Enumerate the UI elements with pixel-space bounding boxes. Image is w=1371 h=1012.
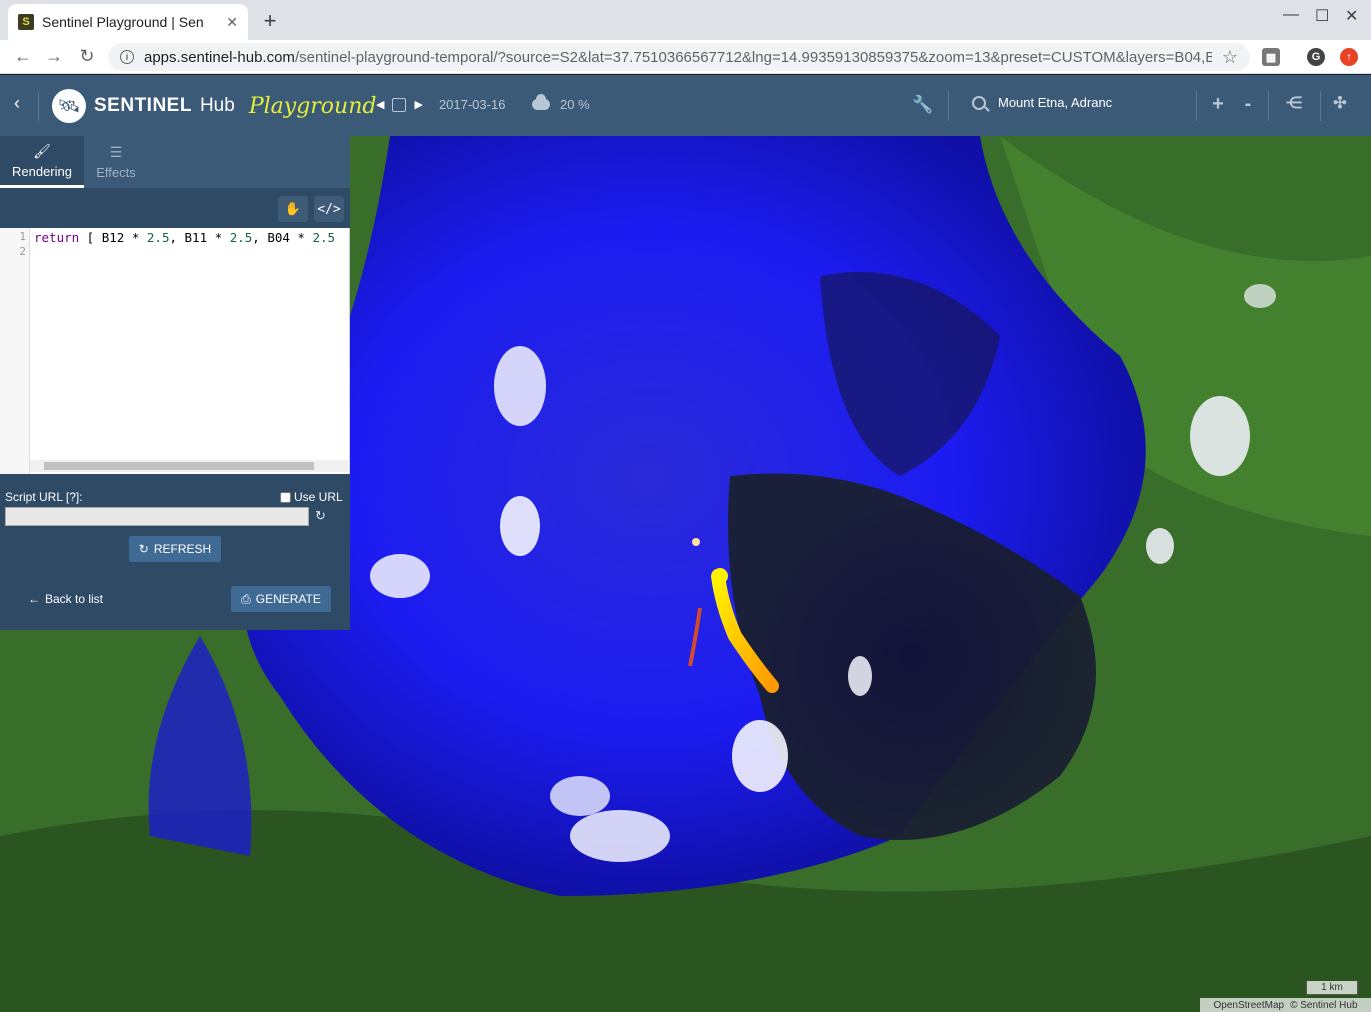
back-arrow-icon[interactable]: ← <box>12 46 34 67</box>
satellite-logo-icon: 🛰 <box>52 89 86 123</box>
reload-icon[interactable]: ↻ <box>76 46 98 67</box>
line-number: 1 <box>19 230 26 243</box>
print-icon: ⎙ <box>241 591 251 606</box>
drag-hand-icon[interactable]: ✋ <box>278 196 308 222</box>
collapse-panel-icon[interactable]: ‹ <box>14 93 20 114</box>
browser-tab[interactable]: S Sentinel Playground | Sen ✕ <box>8 4 248 40</box>
date-value[interactable]: 2017-03-16 <box>439 97 506 112</box>
panel-tabs: 🖌 Rendering ☰ Effects <box>0 136 350 188</box>
zoom-in-button[interactable]: + <box>1208 93 1228 116</box>
header-divider <box>948 91 949 121</box>
tab-rendering[interactable]: 🖌 Rendering <box>0 136 84 188</box>
cloud-coverage-control[interactable]: 20 % <box>532 94 590 112</box>
calendar-icon[interactable] <box>392 97 407 112</box>
address-bar: ← → ↻ i apps.sentinel-hub.com/sentinel-p… <box>0 40 1371 74</box>
url-refresh-icon[interactable]: ↻ <box>315 508 326 524</box>
close-window-icon[interactable]: ✕ <box>1345 6 1358 26</box>
line-number: 2 <box>19 245 26 258</box>
code-view-icon[interactable]: </> <box>314 196 344 222</box>
site-info-icon[interactable]: i <box>120 50 134 64</box>
logo-sentinel-text: SENTINEL <box>94 95 192 116</box>
script-url-input[interactable] <box>5 507 309 526</box>
date-picker: ◀ ▶ 2017-03-16 <box>376 97 505 112</box>
new-tab-icon[interactable]: + <box>258 8 282 34</box>
tab-close-icon[interactable]: ✕ <box>226 14 238 31</box>
share-icon[interactable]: ⋲ <box>1284 93 1304 113</box>
refresh-button[interactable]: ↻ REFRESH <box>129 536 221 562</box>
extension-icon[interactable]: ▦ <box>1262 48 1280 66</box>
left-settings-panel: 🖌 Rendering ☰ Effects ✋ </> 1 2 return [… <box>0 136 350 630</box>
scrollbar-thumb[interactable] <box>44 462 314 470</box>
previous-date-icon[interactable]: ◀ <box>376 98 384 111</box>
header-divider <box>38 91 39 121</box>
sentinel-favicon-icon: S <box>18 14 34 30</box>
header-divider <box>1320 91 1321 121</box>
back-to-list-link[interactable]: ← Back to list <box>28 592 103 606</box>
sliders-icon: ☰ <box>109 144 123 160</box>
script-editor[interactable]: 1 2 return [ B12 * 2.5, B11 * 2.5, B04 *… <box>0 228 350 474</box>
refresh-icon: ↻ <box>138 542 149 556</box>
map-scale-bar: 1 km <box>1306 981 1358 995</box>
maximize-icon[interactable]: ☐ <box>1315 6 1329 26</box>
logo-hub-text: Hub <box>199 95 235 116</box>
code-line[interactable]: return [ B12 * 2.5, B11 * 2.5, B04 * 2.5 <box>34 230 335 245</box>
wrench-icon[interactable]: 🔧 <box>912 95 933 115</box>
osm-attribution-link[interactable]: OpenStreetMap <box>1213 1000 1284 1011</box>
generate-button[interactable]: ⎙ GENERATE <box>231 586 331 612</box>
cloud-icon <box>532 94 550 110</box>
profile-avatar-icon[interactable]: G <box>1307 48 1325 66</box>
url-omnibox[interactable]: i apps.sentinel-hub.com/sentinel-playgro… <box>108 43 1250 71</box>
tab-effects[interactable]: ☰ Effects <box>84 136 148 188</box>
editor-horizontal-scrollbar[interactable] <box>30 460 348 472</box>
use-url-checkbox-input[interactable] <box>280 491 291 503</box>
browser-tab-bar: S Sentinel Playground | Sen ✕ + — ☐ ✕ <box>0 0 1371 40</box>
forward-arrow-icon[interactable]: → <box>43 46 65 67</box>
location-search <box>972 95 1116 110</box>
app-header: ‹ 🛰 SENTINEL Hub Playground ◀ ▶ 2017-03-… <box>0 75 1371 136</box>
tab-title: Sentinel Playground | Sen <box>42 14 204 30</box>
header-divider <box>1268 91 1269 121</box>
location-search-input[interactable] <box>998 95 1116 110</box>
zoom-out-button[interactable]: - <box>1238 93 1258 116</box>
update-icon[interactable]: ↑ <box>1340 48 1358 66</box>
cloud-coverage-value: 20 % <box>560 97 590 112</box>
sentinel-hub-attribution: © Sentinel Hub <box>1290 999 1358 1011</box>
minimize-icon[interactable]: — <box>1283 6 1299 24</box>
satellite-toggle-icon[interactable]: ✣ <box>1330 93 1350 113</box>
header-divider <box>1196 91 1197 121</box>
url-text[interactable]: apps.sentinel-hub.com/sentinel-playgroun… <box>144 49 1212 66</box>
brush-icon: 🖌 <box>33 142 51 159</box>
line-number-gutter: 1 2 <box>0 228 30 474</box>
arrow-left-icon: ← <box>28 592 40 606</box>
bookmark-star-icon[interactable]: ☆ <box>1222 47 1238 68</box>
search-icon[interactable] <box>972 95 986 110</box>
logo-playground-text: Playground <box>248 93 377 119</box>
script-url-label: Script URL [?]: <box>5 490 83 504</box>
next-date-icon[interactable]: ▶ <box>414 98 422 111</box>
sentinel-hub-logo: 🛰 SENTINEL Hub Playground <box>52 89 376 123</box>
use-url-checkbox[interactable]: Use URL <box>280 490 343 504</box>
map-attribution: OpenStreetMap © Sentinel Hub <box>1200 998 1371 1012</box>
